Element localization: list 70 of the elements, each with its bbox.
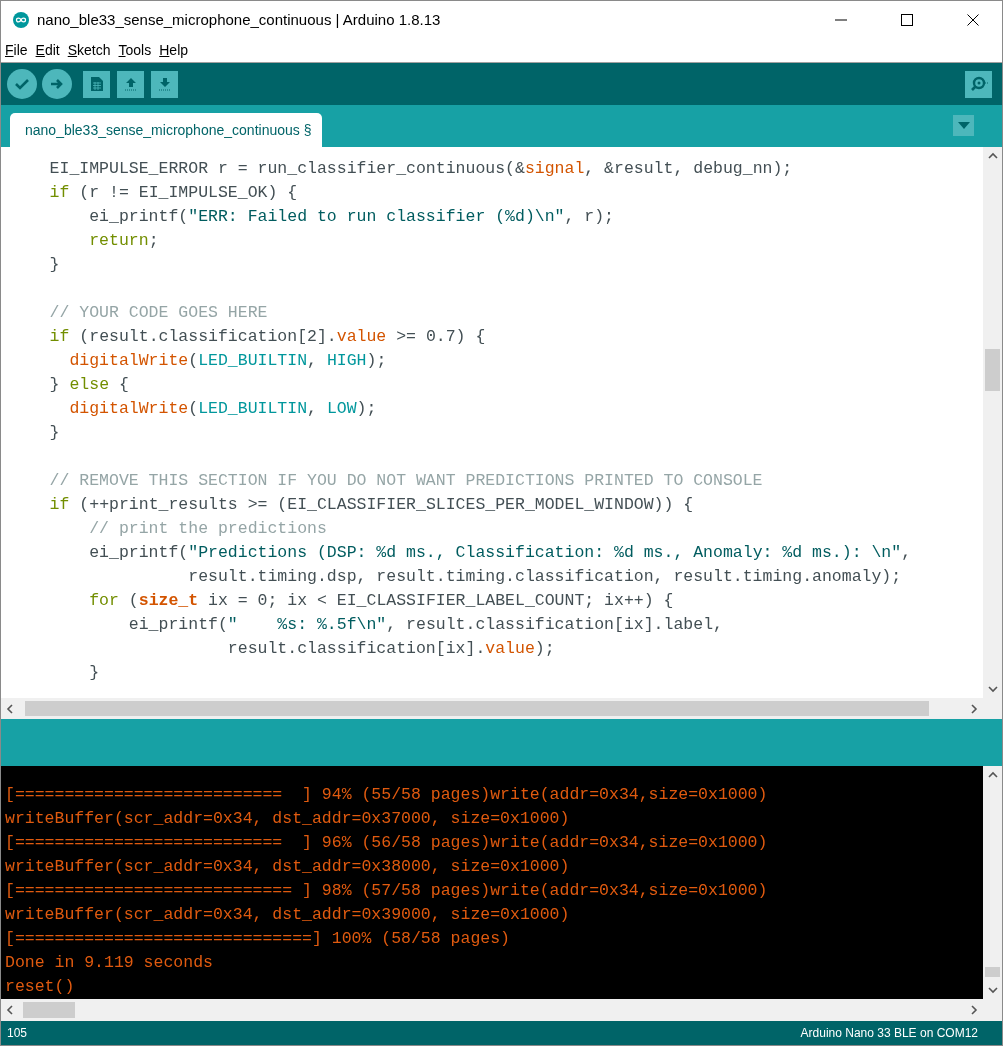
check-icon (14, 76, 30, 92)
console-line: writeBuffer(scr_addr=0x34, dst_addr=0x38000, size=0x1000) (5, 856, 570, 878)
menu-item[interactable]: File (5, 42, 28, 58)
maximize-icon[interactable] (901, 13, 913, 26)
console-line: [=========================== ] 96% (56/58 pages)write(addr=0x34,size=0x1000) (5, 832, 768, 854)
save-button[interactable] (151, 70, 178, 98)
code-line: } (88, 662, 100, 684)
scroll-left-icon[interactable] (5, 1005, 15, 1015)
app-logo-icon (13, 11, 29, 28)
scroll-up-icon[interactable] (987, 151, 998, 161)
window-title: nano_ble33_sense_microphone_continuous | Arduino 1.8.13 (37, 11, 442, 28)
scrollbar[interactable] (1, 999, 983, 1021)
sketch-tab[interactable]: nano_ble33_sense_microphone_continuous § (10, 113, 323, 147)
scrollbar-thumb[interactable] (25, 701, 929, 716)
code-line: for (size_t ix = 0; ix < EI_CLASSIFIER_LABEL_COUNT; ix++) { (88, 590, 674, 612)
code-line: digitalWrite(LED_BUILTIN, LOW); (68, 398, 377, 420)
code-line: // YOUR CODE GOES HERE (48, 302, 268, 324)
console-line: Done in 9.119 seconds (5, 952, 213, 974)
menu-item[interactable]: Sketch (67, 42, 111, 58)
close-icon[interactable] (967, 13, 979, 26)
scrollbar[interactable] (983, 147, 1002, 698)
console-line: [=========================== ] 94% (55/58 pages)write(addr=0x34,size=0x1000) (5, 784, 768, 806)
minimize-icon[interactable] (835, 18, 847, 21)
code-line: } (48, 254, 60, 276)
tab-menu-button[interactable] (953, 115, 974, 136)
code-line: if (result.classification[2].value >= 0.7) { (48, 326, 486, 348)
scroll-right-icon[interactable] (969, 1005, 979, 1015)
scroll-down-icon[interactable] (987, 684, 998, 694)
code-line: } (48, 422, 60, 444)
code-line: ei_printf("ERR: Failed to run classifier (%d)\n", r); (88, 206, 614, 228)
scrollbar[interactable] (1, 698, 983, 719)
scrollbar-thumb[interactable] (985, 349, 1000, 391)
scrollbar[interactable] (983, 766, 1002, 999)
menu-item[interactable]: Edit (35, 42, 60, 58)
code-line: digitalWrite(LED_BUILTIN, HIGH); (68, 350, 387, 372)
code-line: ei_printf(" %s: %.5f\n", result.classification[ix].label, (127, 614, 723, 636)
menu-item[interactable]: Help (159, 42, 189, 58)
console-line: [============================ ] 98% (57/58 pages)write(addr=0x34,size=0x1000) (5, 880, 768, 902)
code-line: EI_IMPULSE_ERROR r = run_classifier_continuous(&signal, &result, debug_nn); (48, 158, 793, 180)
upload-button[interactable] (42, 69, 72, 99)
verify-button[interactable] (7, 69, 37, 99)
console-line: [==============================] 100% (58/58 pages) (5, 928, 510, 950)
scroll-left-icon[interactable] (5, 703, 15, 714)
open-button[interactable] (117, 70, 144, 98)
scroll-right-icon[interactable] (969, 703, 979, 714)
code-line: // REMOVE THIS SECTION IF YOU DO NOT WANT PREDICTIONS PRINTED TO CONSOLE (48, 470, 763, 492)
arrow-down-icon (156, 76, 173, 92)
console-line: reset() (5, 976, 75, 998)
code-line: if (r != EI_IMPULSE_OK) { (48, 182, 298, 204)
serial-monitor-button[interactable] (965, 70, 992, 98)
document-icon (89, 76, 104, 92)
console-line: writeBuffer(scr_addr=0x34, dst_addr=0x37000, size=0x1000) (5, 808, 570, 830)
code-line: result.timing.dsp, result.timing.classification, result.timing.anomaly); (187, 566, 902, 588)
code-line: result.classification[ix].value); (226, 638, 555, 660)
code-line: ei_printf("Predictions (DSP: %d ms., Classification: %d ms., Anomaly: %d ms.): \n", (88, 542, 912, 564)
line-number: 105 (7, 1026, 28, 1040)
code-line: } else { (48, 374, 129, 396)
scroll-up-icon[interactable] (987, 770, 998, 780)
board-port-label: Arduino Nano 33 BLE on COM12 (800, 1026, 978, 1040)
menu-item[interactable]: Tools (118, 42, 152, 58)
caret-down-icon (957, 122, 970, 129)
code-line: return; (88, 230, 159, 252)
scrollbar-thumb[interactable] (23, 1002, 75, 1018)
code-line: // print the predictions (88, 518, 327, 540)
arrow-up-icon (122, 76, 139, 92)
new-file-button[interactable] (83, 70, 110, 98)
code-line: if (++print_results >= (EI_CLASSIFIER_SLICES_PER_MODEL_WINDOW)) { (48, 494, 694, 516)
scroll-down-icon[interactable] (987, 985, 998, 995)
console-line: writeBuffer(scr_addr=0x34, dst_addr=0x39000, size=0x1000) (5, 904, 570, 926)
scrollbar-thumb[interactable] (985, 967, 1000, 977)
